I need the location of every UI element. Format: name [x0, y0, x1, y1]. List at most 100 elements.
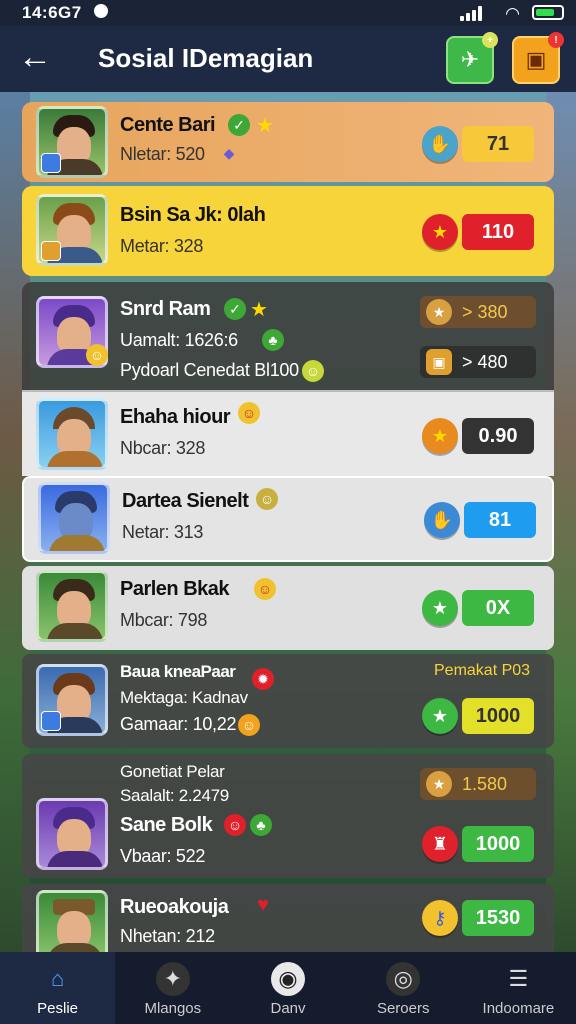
player-name: Bsin Sa Jk: 0lah — [120, 204, 266, 226]
list-item[interactable]: Parlen Bkak ☺ Mbcar: 798 ★ 0X — [22, 566, 554, 650]
share-badge: + — [482, 32, 498, 48]
nav-item-more[interactable]: ☰ Indoomare — [461, 952, 576, 1024]
shield-badge-icon: ✓ — [228, 114, 250, 136]
score-value: 71 — [462, 126, 534, 162]
gem-icon: ◆ — [223, 144, 235, 161]
signal-icon — [460, 5, 486, 21]
nav-item-chat[interactable]: ◉ Danv — [230, 952, 345, 1024]
star-icon: ★ — [426, 771, 452, 797]
robot-icon: ▣ — [426, 349, 452, 375]
star-icon: ★ — [422, 214, 458, 250]
star-icon: ★ — [422, 698, 458, 734]
stat-pill: ★ > 380 — [420, 296, 536, 328]
score-value: 81 — [464, 502, 536, 538]
player-name: Sane Bolk — [120, 814, 213, 836]
fire-icon: ✹ — [252, 668, 274, 690]
back-arrow-icon[interactable]: ← — [18, 38, 52, 76]
thumb-icon: ✋ — [424, 502, 460, 538]
leaf-icon: ♣ — [262, 329, 284, 351]
player-name: Baua kneaPaar — [120, 662, 236, 681]
share-button[interactable]: ✈ + — [446, 32, 498, 84]
star-icon: ★ — [422, 418, 458, 454]
player-meta: Netar: 313 — [122, 522, 204, 542]
emoji-icon: ☺ — [224, 814, 246, 836]
nav-item-profile[interactable]: ⌂ Peslie — [0, 952, 116, 1024]
thumb-icon: ✋ — [422, 126, 458, 162]
globe-icon: ◎ — [386, 962, 421, 996]
player-name: Ehaha hiour — [120, 406, 231, 428]
avatar — [36, 194, 108, 266]
emoji-icon: ☺ — [254, 578, 276, 600]
avatar — [38, 482, 110, 554]
nav-item-games[interactable]: ✦ Mlangos — [115, 952, 230, 1024]
score-value: 1530 — [462, 900, 534, 936]
list-item[interactable]: Bsin Sa Jk: 0lah Metar: 328 ★ 110 — [22, 186, 554, 276]
star-icon: ★ — [422, 590, 458, 626]
stat-value: > 480 — [462, 351, 508, 372]
stat-value: 1.580 — [462, 773, 508, 794]
list-item[interactable]: ☺ Snrd Ram ✓ ★ Uamalt: 1626:6 ♣ Pydoarl … — [22, 282, 554, 390]
list-item[interactable]: Gonetiat Pelar Saalalt: 2.2479 Sane Bolk… — [22, 754, 554, 878]
nav-label: Peslie — [37, 1000, 79, 1017]
star-badge-icon: ★ — [256, 114, 274, 137]
avatar — [36, 570, 108, 642]
emoji-icon: ☺ — [256, 488, 278, 510]
player-meta: Metar: 328 — [120, 236, 204, 256]
key-icon: ⚷ — [422, 900, 458, 936]
status-time: 14:6G7 — [22, 3, 82, 22]
stat-pill: ★ 1.580 — [420, 768, 536, 800]
player-meta-top-secondary: Saalalt: 2.2479 — [120, 786, 229, 805]
stat-value: > 380 — [462, 301, 508, 322]
app-header: ← Sosial IDemagian ✈ + ▣ ! — [0, 26, 576, 92]
tower-icon: ♜ — [422, 826, 458, 862]
list-item[interactable]: Baua kneaPaar ✹ Mektaga: Kadnav Gamaar: … — [22, 654, 554, 748]
list-item[interactable]: Rueoakouja ♥ Nhetan: 212 ⚷ 1530 — [22, 884, 554, 954]
player-meta: Vbaar: 522 — [120, 846, 206, 866]
score-value: 0.90 — [462, 418, 534, 454]
page-title: Sosial IDemagian — [98, 43, 314, 73]
list-item[interactable]: Ehaha hiour ☺ Nbcar: 328 ★ 0.90 — [22, 390, 554, 476]
nav-item-servers[interactable]: ◎ Seroers — [346, 952, 461, 1024]
player-meta: Uamalt: 1626:6 — [120, 330, 238, 350]
list-item[interactable]: Cente Bari ✓ ★ Nletar: 520 ◆ ✋ 71 — [22, 102, 554, 182]
location-icon — [94, 4, 108, 18]
avatar — [36, 890, 108, 954]
notification-button[interactable]: ▣ ! — [512, 32, 564, 84]
score-value: 0X — [462, 590, 534, 626]
rank-label: Pemakat P03 — [434, 662, 531, 679]
stat-pill: ▣ > 480 — [420, 346, 536, 378]
player-name: Parlen Bkak — [120, 578, 230, 600]
home-icon: ⌂ — [50, 966, 65, 991]
player-name: Cente Bari — [120, 114, 216, 136]
player-meta-top: Gonetiat Pelar — [120, 762, 225, 781]
gamepad-icon: ✦ — [155, 962, 190, 996]
score-value: 1000 — [462, 826, 534, 862]
status-bar: 14:6G7 ◠ — [0, 0, 576, 26]
player-meta: Mbcar: 798 — [120, 610, 208, 630]
player-meta: Nhetan: 212 — [120, 926, 215, 946]
nav-label: Indoomare — [482, 1000, 555, 1017]
avatar — [36, 398, 108, 470]
shield-badge-icon: ✓ — [224, 298, 246, 320]
notification-badge: ! — [548, 32, 564, 48]
shirt-icon: ▣ — [525, 47, 547, 72]
battery-icon — [532, 5, 564, 20]
player-name: Snrd Ram — [120, 298, 211, 320]
chat-icon: ◉ — [271, 962, 305, 996]
player-list: Cente Bari ✓ ★ Nletar: 520 ◆ ✋ 71 Bsin S… — [22, 102, 554, 954]
wifi-icon: ◠ — [505, 4, 520, 23]
emoji-icon: ☺ — [302, 360, 324, 382]
rocket-icon: ✈ — [460, 47, 480, 72]
leaf-icon: ♣ — [250, 814, 272, 836]
player-name: Dartea Sienelt — [122, 490, 249, 512]
bottom-nav: ⌂ Peslie ✦ Mlangos ◉ Danv ◎ Seroers ☰ In… — [0, 952, 576, 1024]
emoji-icon: ☺ — [238, 402, 260, 424]
player-meta: Mektaga: Kadnav — [120, 688, 248, 707]
emoji-badge-icon: ☺ — [86, 344, 108, 366]
list-item[interactable]: Dartea Sienelt ☺ Netar: 313 ✋ 81 — [22, 476, 554, 562]
player-name: Rueoakouja — [120, 896, 229, 918]
nav-label: Seroers — [376, 1000, 430, 1017]
player-meta-secondary: Pydoarl Cenedat Bl100 — [120, 360, 299, 380]
star-icon: ★ — [426, 299, 452, 325]
star-badge-icon: ★ — [250, 298, 268, 321]
